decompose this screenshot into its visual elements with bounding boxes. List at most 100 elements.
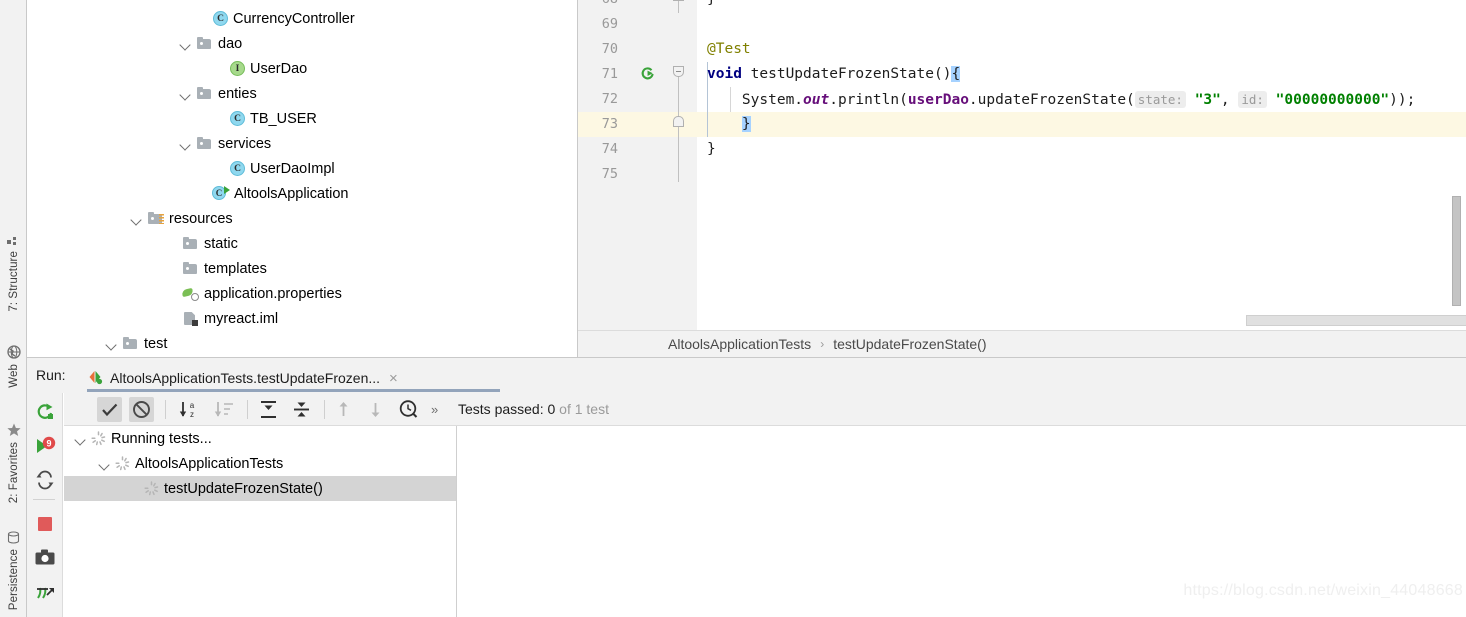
- editor-horizontal-scrollbar[interactable]: [1246, 315, 1466, 326]
- stop-icon[interactable]: [34, 513, 56, 535]
- folder-icon: [182, 235, 199, 252]
- fold-line: [678, 127, 679, 182]
- toolbar-divider: [165, 400, 166, 419]
- show-passed-button[interactable]: [97, 397, 122, 422]
- run-test-gutter-icon[interactable]: [640, 66, 654, 80]
- toggle-auto-test-icon[interactable]: [34, 469, 56, 491]
- screenshot-icon[interactable]: [34, 547, 56, 569]
- fold-marker-method[interactable]: [673, 66, 684, 77]
- line-number: 71: [601, 66, 618, 82]
- chevron-down-icon[interactable]: [105, 337, 119, 351]
- chevron-down-icon[interactable]: [74, 432, 88, 446]
- sort-alphabetically-button[interactable]: a z: [176, 397, 201, 422]
- sidebar-tab-persistence-label: Persistence: [7, 549, 20, 611]
- test-tree-row-suite[interactable]: AltoolsApplicationTests: [64, 451, 456, 476]
- code-line-72: System.out.println(userDao.updateFrozenS…: [741, 91, 1416, 108]
- test-tree-row-running[interactable]: Running tests...: [64, 426, 456, 451]
- svg-text:a: a: [190, 401, 195, 410]
- breadcrumb-separator-icon: ›: [820, 337, 825, 351]
- breadcrumb-class[interactable]: AltoolsApplicationTests: [668, 336, 811, 352]
- tree-item-altoolsapplication[interactable]: C AltoolsApplication: [212, 181, 348, 206]
- sort-by-duration-button[interactable]: [211, 397, 236, 422]
- test-tree-label: AltoolsApplicationTests: [135, 455, 284, 472]
- watermark: https://blog.csdn.net/weixin_44048668: [1183, 582, 1463, 599]
- test-status-text: Tests passed: 0 of 1 test: [458, 401, 609, 417]
- globe-icon: [6, 345, 21, 362]
- rerun-failed-icon[interactable]: 9: [34, 435, 56, 457]
- tree-item-static[interactable]: static: [182, 231, 238, 256]
- actions-divider: [33, 499, 55, 500]
- collapse-all-button[interactable]: [289, 397, 314, 422]
- rerun-icon[interactable]: [34, 401, 56, 423]
- tree-item-test[interactable]: test: [105, 331, 167, 356]
- breadcrumb[interactable]: AltoolsApplicationTests › testUpdateFroz…: [578, 330, 1466, 357]
- run-tool-window: Run: AltoolsApplicationTests.testUpdateF…: [27, 358, 1466, 617]
- chevron-down-icon[interactable]: [179, 37, 193, 51]
- show-ignored-button[interactable]: [129, 397, 154, 422]
- sidebar-tab-persistence[interactable]: Persistence: [0, 526, 27, 610]
- tree-item-label: CurrencyController: [233, 10, 355, 27]
- code-editor[interactable]: 68 69 70 71 72 73 74 75 } @Test void tes…: [578, 0, 1466, 358]
- param-hint-id: id:: [1238, 91, 1267, 108]
- run-tab-active-underline: [87, 389, 500, 392]
- test-tree-row-method[interactable]: testUpdateFrozenState(): [64, 476, 456, 501]
- tree-item-services[interactable]: services: [179, 131, 271, 156]
- tree-item-userdao[interactable]: I UserDao: [230, 56, 307, 81]
- prev-failed-button[interactable]: [331, 397, 356, 422]
- tree-item-application-properties[interactable]: application.properties: [182, 281, 342, 306]
- next-failed-button[interactable]: [363, 397, 388, 422]
- sidebar-tab-web[interactable]: Web: [0, 340, 27, 388]
- breadcrumb-method[interactable]: testUpdateFrozenState(): [833, 336, 986, 352]
- line-number: 75: [601, 166, 618, 182]
- tree-item-resources[interactable]: resources: [130, 206, 233, 231]
- expand-all-button[interactable]: [256, 397, 281, 422]
- code-line-74: }: [707, 141, 716, 157]
- fold-marker-method-end[interactable]: [673, 116, 684, 127]
- code-text-area[interactable]: } @Test void testUpdateFrozenState(){ Sy…: [697, 0, 1466, 330]
- test-results-tree[interactable]: Running tests... AltoolsApplicationTests: [64, 426, 457, 617]
- tree-item-enties[interactable]: enties: [179, 81, 257, 106]
- expand-toolbar-icon[interactable]: »: [431, 402, 438, 417]
- project-tree-pane[interactable]: C CurrencyController dao I UserDao entie…: [27, 0, 578, 358]
- sidebar-tab-favorites-label: 2: Favorites: [7, 442, 20, 504]
- tree-item-label: dao: [218, 35, 243, 52]
- properties-icon: [182, 285, 199, 302]
- tree-item-myreact-iml[interactable]: myreact.iml: [182, 306, 278, 331]
- editor-vertical-scrollbar[interactable]: [1452, 196, 1461, 306]
- tree-item-tb-user[interactable]: C TB_USER: [230, 106, 317, 131]
- chevron-down-icon[interactable]: [98, 457, 112, 471]
- tree-item-userdaoimpl[interactable]: C UserDaoImpl: [230, 156, 335, 181]
- sidebar-tab-structure[interactable]: 7: Structure: [0, 228, 27, 312]
- class-icon: C: [213, 11, 228, 26]
- tree-item-label: static: [204, 235, 238, 252]
- export-results-icon[interactable]: [34, 581, 56, 603]
- chevron-down-icon[interactable]: [179, 87, 193, 101]
- chevron-down-icon[interactable]: [130, 212, 144, 226]
- loading-spinner-icon: [91, 431, 106, 446]
- line-number: 72: [601, 91, 618, 107]
- toolbar-divider: [324, 400, 325, 419]
- line-number: 70: [601, 41, 618, 57]
- tree-item-currencycontroller[interactable]: C CurrencyController: [213, 6, 355, 31]
- folder-icon: [196, 135, 213, 152]
- junit-icon: [87, 369, 103, 388]
- chevron-down-icon[interactable]: [179, 137, 193, 151]
- tree-item-label: services: [218, 135, 272, 152]
- test-tree-label: testUpdateFrozenState(): [164, 480, 323, 497]
- editor-fold-gutter[interactable]: [661, 0, 697, 330]
- iml-module-icon: [182, 310, 199, 327]
- run-configuration-tab[interactable]: AltoolsApplicationTests.testUpdateFrozen…: [87, 364, 398, 392]
- spring-app-icon: C: [212, 185, 230, 202]
- close-icon[interactable]: ×: [389, 371, 398, 386]
- sidebar-tab-favorites[interactable]: 2: Favorites: [0, 418, 27, 503]
- run-tab-title: AltoolsApplicationTests.testUpdateFrozen…: [110, 370, 381, 386]
- tree-item-templates[interactable]: templates: [182, 256, 267, 281]
- tree-item-label: enties: [218, 85, 257, 102]
- toolbar-divider: [247, 400, 248, 419]
- test-history-button[interactable]: [396, 397, 421, 422]
- tree-item-dao[interactable]: dao: [179, 31, 242, 56]
- code-line-70: @Test: [707, 41, 751, 57]
- tree-item-label: AltoolsApplication: [234, 185, 349, 202]
- sidebar-tab-web-label: Web: [7, 364, 20, 388]
- fold-line: [678, 1, 679, 13]
